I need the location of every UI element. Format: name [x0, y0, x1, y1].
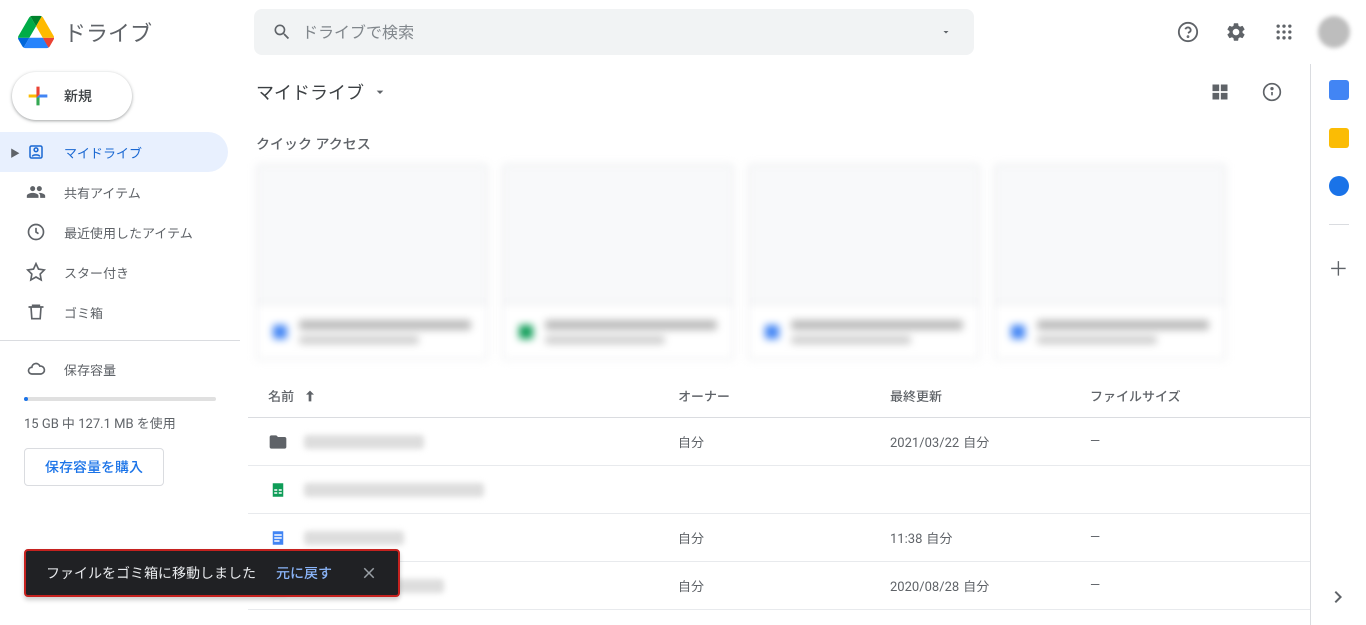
row-modified: 2020/08/28自分	[890, 576, 1090, 595]
settings-gear-icon[interactable]	[1214, 10, 1258, 54]
sidebar: 新規 ▶ マイドライブ 共有アイテム 最近使用したアイテム スター付き	[0, 64, 240, 625]
folder-icon	[268, 432, 288, 452]
buy-storage-button[interactable]: 保存容量を購入	[24, 448, 164, 486]
row-modified	[890, 482, 1090, 497]
quick-access-row	[248, 164, 1310, 360]
toast-undo-action[interactable]: 元に戻す	[276, 563, 332, 583]
keep-app-icon[interactable]	[1329, 128, 1349, 148]
sidebar-item-trash[interactable]: ゴミ箱	[0, 292, 228, 332]
toast-notification: ファイルをゴミ箱に移動しました 元に戻す	[24, 549, 400, 597]
sidebar-item-starred[interactable]: スター付き	[0, 252, 228, 292]
sidebar-item-label: ゴミ箱	[64, 303, 103, 322]
star-icon	[26, 262, 46, 282]
tasks-app-icon[interactable]	[1329, 176, 1349, 196]
row-modified: 11:38自分	[890, 528, 1090, 547]
sidebar-item-label: マイドライブ	[64, 143, 142, 162]
quick-access-card[interactable]	[994, 164, 1226, 360]
storage-text: 15 GB 中 127.1 MB を使用	[24, 413, 216, 432]
calendar-app-icon[interactable]	[1329, 80, 1349, 100]
search-icon[interactable]	[262, 12, 302, 52]
info-icon[interactable]	[1250, 70, 1294, 114]
quick-access-card[interactable]	[256, 164, 488, 360]
new-button[interactable]: 新規	[12, 72, 132, 120]
table-row[interactable]: 自分 11:38自分 —	[248, 514, 1310, 562]
sort-arrow-up-icon	[302, 388, 318, 404]
sidebar-item-label: 保存容量	[64, 360, 116, 379]
quick-access-card[interactable]	[502, 164, 734, 360]
sheets-icon	[268, 481, 288, 499]
side-panel-toggle[interactable]	[1326, 585, 1350, 609]
toast-message: ファイルをゴミ箱に移動しました	[46, 563, 256, 583]
row-size: —	[1090, 530, 1294, 545]
sidebar-item-label: 共有アイテム	[64, 183, 141, 202]
breadcrumb-label: マイドライブ	[256, 79, 364, 105]
side-panel: ＋	[1310, 64, 1366, 625]
row-name-redacted	[304, 435, 424, 449]
plus-icon	[24, 82, 52, 110]
row-modified: 2021/03/22自分	[890, 432, 1090, 451]
cloud-icon	[26, 359, 46, 379]
row-name-redacted	[304, 483, 484, 497]
search-options-dropdown[interactable]	[926, 12, 966, 52]
apps-grid-icon[interactable]	[1262, 10, 1306, 54]
clock-icon	[26, 222, 46, 242]
expand-triangle-icon[interactable]: ▶	[10, 145, 20, 160]
sidebar-item-label: 最近使用したアイテム	[64, 223, 193, 242]
column-name[interactable]: 名前	[268, 386, 678, 405]
row-owner: 自分	[678, 576, 890, 595]
column-size[interactable]: ファイルサイズ	[1090, 386, 1294, 405]
sidebar-item-shared[interactable]: 共有アイテム	[0, 172, 228, 212]
table-row[interactable]	[248, 466, 1310, 514]
row-size: —	[1090, 434, 1294, 449]
row-name-redacted	[304, 531, 404, 545]
drive-logo-icon	[16, 12, 56, 52]
main-content: マイドライブ クイック アクセス 名前 オーナー 最終更新 ファイルサイズ	[240, 64, 1310, 625]
app-header: ドライブ	[0, 0, 1366, 64]
product-name: ドライブ	[64, 16, 152, 48]
search-bar[interactable]	[254, 9, 974, 55]
header-actions	[1166, 10, 1358, 54]
chevron-down-icon	[372, 84, 388, 100]
sidebar-item-recent[interactable]: 最近使用したアイテム	[0, 212, 228, 252]
table-row[interactable]: 自分 2020/08/28自分 —	[248, 562, 1310, 610]
trash-icon	[26, 302, 46, 322]
docs-icon	[268, 529, 288, 547]
grid-view-icon[interactable]	[1198, 70, 1242, 114]
row-owner: 自分	[678, 432, 890, 451]
table-row[interactable]: 自分 2021/03/22自分 —	[248, 418, 1310, 466]
new-button-label: 新規	[64, 86, 92, 106]
sidebar-item-mydrive[interactable]: ▶ マイドライブ	[0, 132, 228, 172]
breadcrumb[interactable]: マイドライブ	[256, 79, 388, 105]
mydrive-icon	[26, 143, 46, 161]
sidebar-item-label: スター付き	[64, 263, 129, 282]
sidebar-item-storage[interactable]: 保存容量	[0, 349, 228, 389]
toast-close-icon[interactable]	[352, 556, 386, 590]
help-icon[interactable]	[1166, 10, 1210, 54]
people-icon	[26, 182, 46, 202]
logo-area[interactable]: ドライブ	[16, 12, 254, 52]
quick-access-title: クイック アクセス	[248, 120, 1310, 164]
storage-bar	[24, 397, 216, 401]
column-modified[interactable]: 最終更新	[890, 386, 1090, 405]
quick-access-card[interactable]	[748, 164, 980, 360]
search-input[interactable]	[302, 23, 926, 42]
table-header: 名前 オーナー 最終更新 ファイルサイズ	[248, 374, 1310, 418]
column-owner[interactable]: オーナー	[678, 386, 890, 405]
row-owner: 自分	[678, 528, 890, 547]
account-avatar[interactable]	[1318, 16, 1350, 48]
add-addon-icon[interactable]: ＋	[1329, 253, 1349, 282]
row-size: —	[1090, 578, 1294, 593]
